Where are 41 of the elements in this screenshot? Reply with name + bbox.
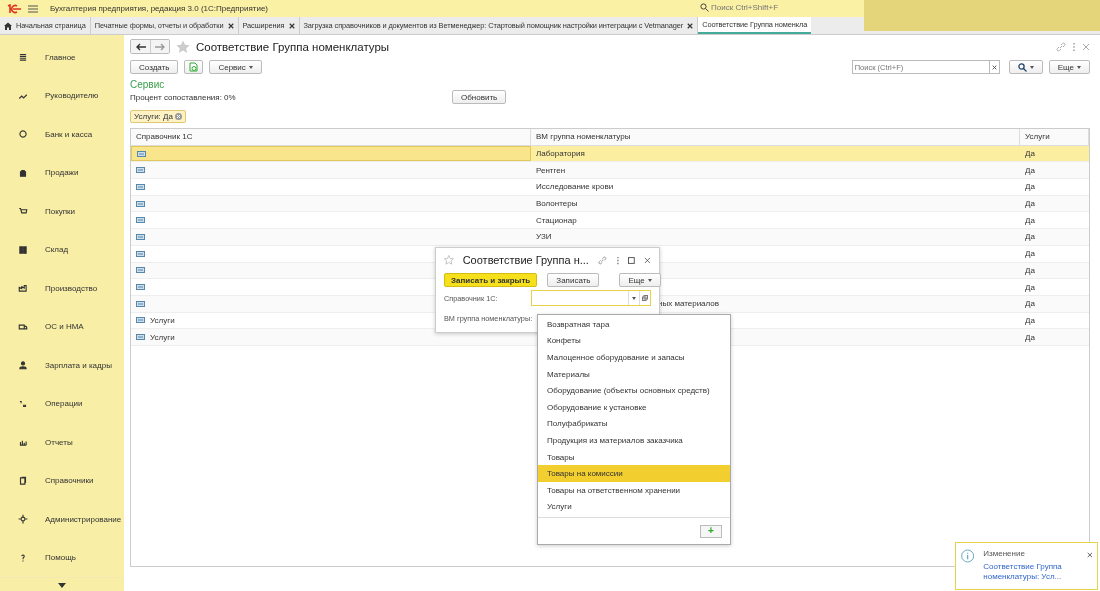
sidebar-label: Операции — [45, 399, 83, 409]
table-cell: Да — [1025, 215, 1035, 225]
table-cell: Волонтеры — [536, 199, 578, 209]
sidebar-label: Помощь — [45, 553, 76, 563]
sidebar-label: Производство — [45, 283, 98, 293]
table-cell: Рентген — [536, 165, 566, 175]
sidebar-label: Отчеты — [45, 437, 73, 447]
table-cell: Да — [1025, 149, 1035, 159]
table-cell: Да — [1025, 315, 1035, 325]
section-title: Сервис — [130, 79, 166, 90]
table-cell: УЗИ — [536, 232, 552, 242]
table-cell: ных материалов — [658, 299, 719, 309]
table-cell: Да — [1025, 165, 1035, 175]
sidebar-label: Руководителю — [45, 91, 99, 101]
sidebar-label: Справочники — [45, 476, 94, 486]
table-cell: Да — [1025, 299, 1035, 309]
progress-label: Процент сопоставления: 0% — [130, 92, 237, 102]
page-title: Соответствие Группа номенклатуры — [196, 40, 390, 53]
sidebar-label: Покупки — [45, 206, 76, 216]
sidebar-label: Банк и касса — [45, 129, 93, 139]
table-cell: Да — [1025, 182, 1035, 192]
table-cell: Исследование крови — [536, 182, 614, 192]
table-cell: Да — [1025, 282, 1035, 292]
sidebar-label: Главное — [45, 52, 76, 62]
dialog-title: Соответствие Группа н... — [462, 254, 589, 266]
table-cell: Стационар — [536, 215, 577, 225]
table-cell: Да — [1025, 199, 1035, 209]
sidebar-label: Администрирование — [45, 514, 122, 524]
app-title: Бухгалтерия предприятия, редакция 3.0 (1С:Предприятие) — [50, 4, 268, 13]
sidebar-label: Продажи — [45, 168, 79, 178]
notification-title: Изменение — [983, 549, 1026, 558]
table-cell: Да — [1025, 232, 1035, 242]
table-cell: Услуги — [150, 332, 175, 342]
sidebar-label: Зарплата и кадры — [45, 360, 112, 370]
table-cell: Услуги — [150, 315, 175, 325]
table-cell: Да — [1025, 249, 1035, 259]
table-cell: Да — [1025, 332, 1035, 342]
sidebar-label: ОС и НМА — [45, 322, 84, 332]
table-cell: Лаборатория — [536, 149, 585, 159]
sidebar-label: Склад — [45, 245, 69, 255]
table-cell: Да — [1025, 265, 1035, 275]
